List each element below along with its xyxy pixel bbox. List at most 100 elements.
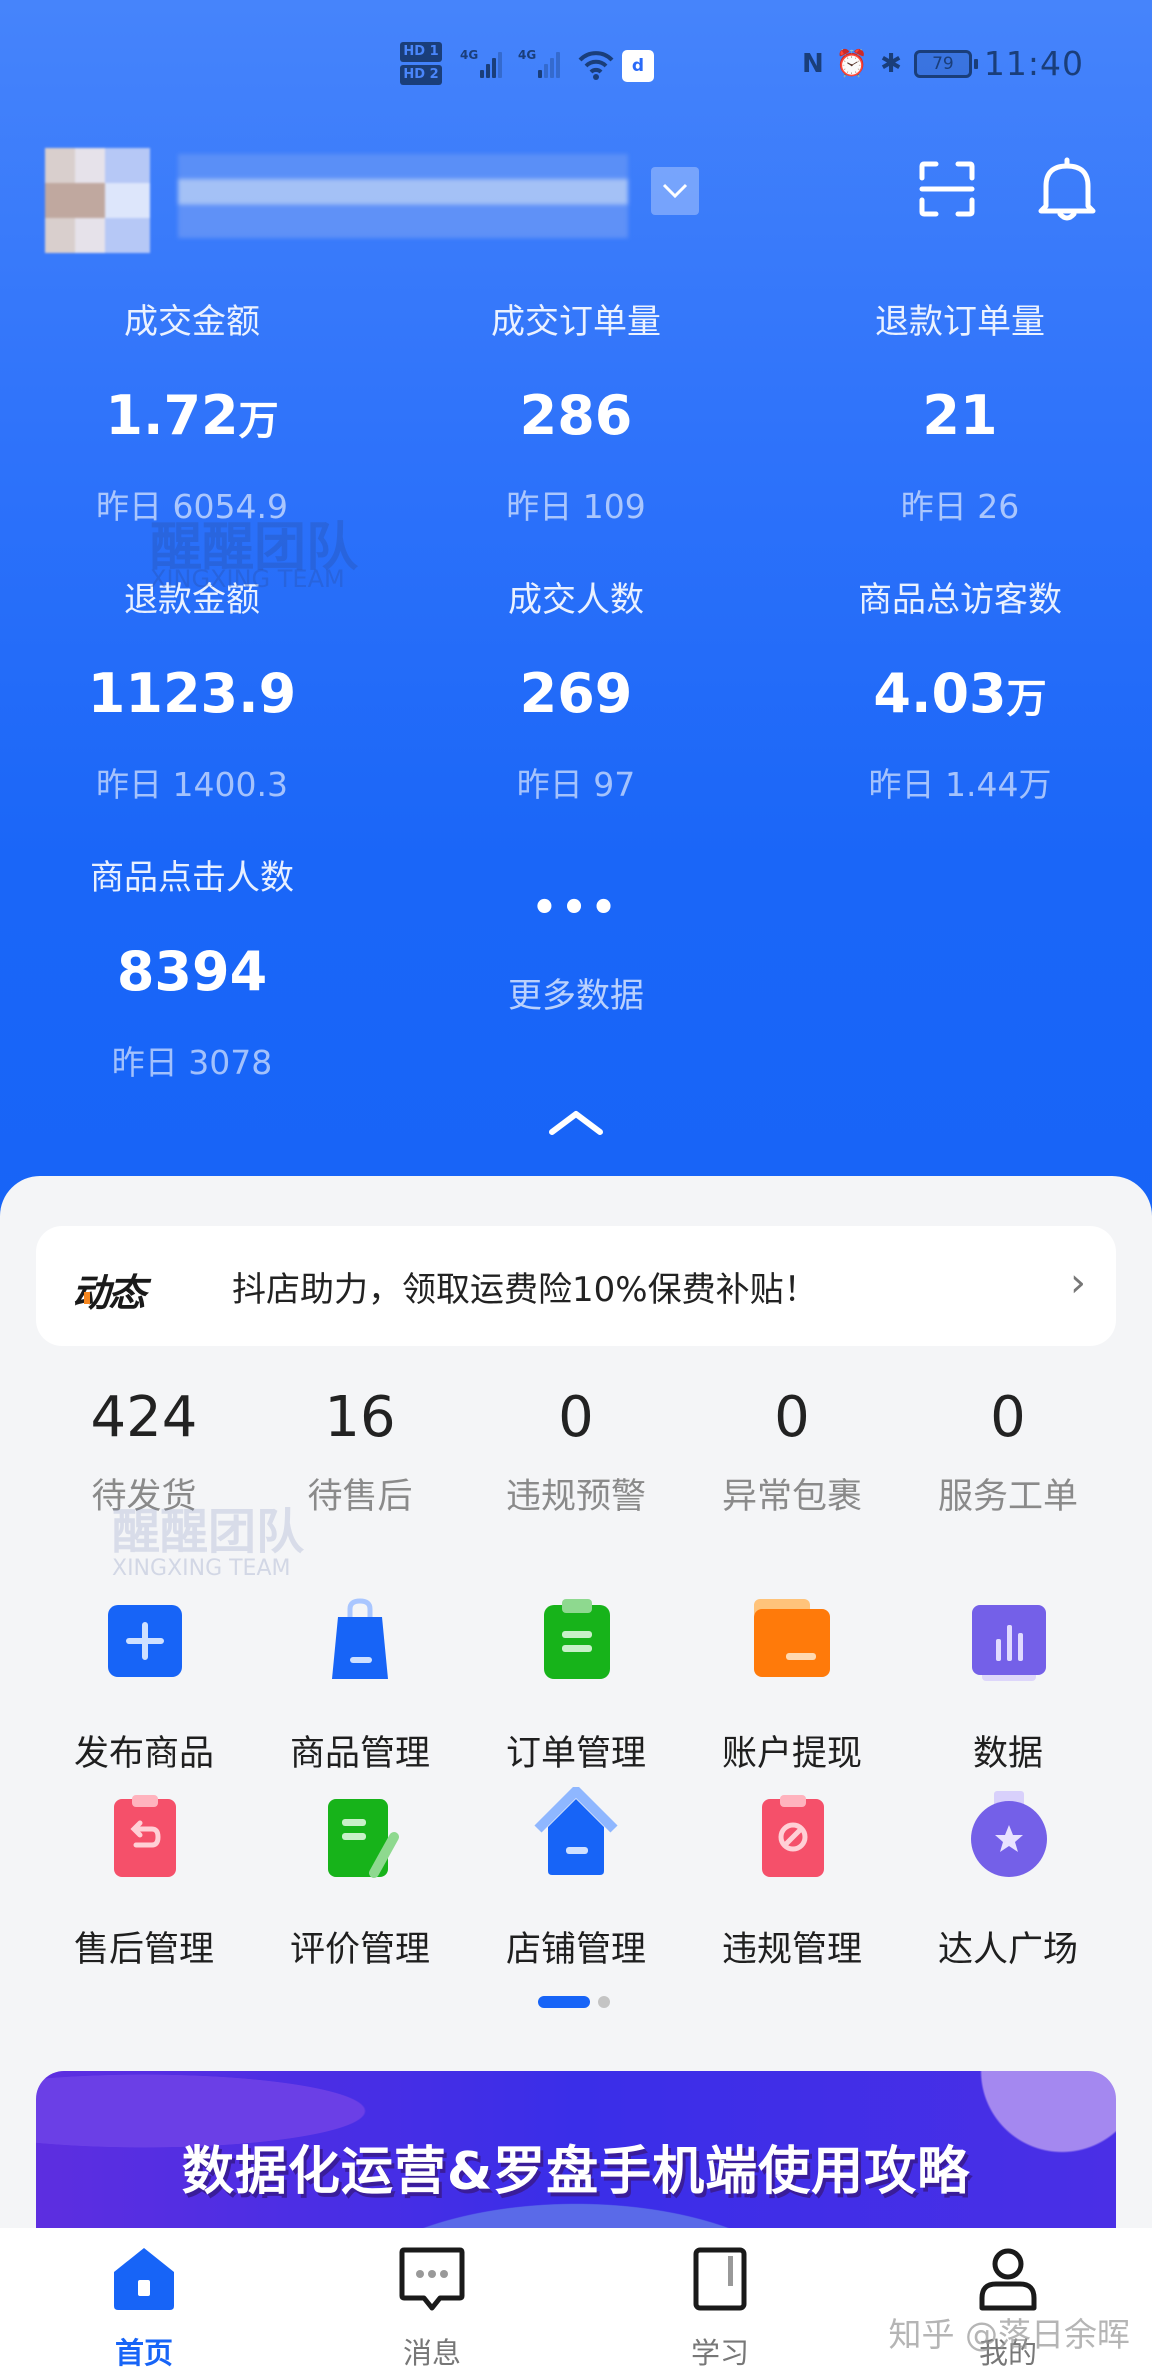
stat-label: 成交金额: [124, 302, 260, 342]
count-violation-warning[interactable]: 0 违规预警: [468, 1386, 684, 1519]
stat-gmv[interactable]: 成交金额 1.72万 昨日 6054.9: [0, 300, 384, 527]
profile-icon: [979, 2248, 1037, 2311]
stat-yesterday: 昨日 3078: [111, 1043, 273, 1082]
stat-value: 21: [922, 384, 998, 447]
hero-section: HD 1 HD 2 4G 4G d N ⏰ ✱ 79 11:40 成交金额 1.…: [0, 0, 1152, 1230]
main-panel: 动态 抖店助力，领取运费险10%保费补贴！ › 424 待发货 16 待售后 0…: [0, 1176, 1152, 2376]
collapse-chevron-up-icon[interactable]: [546, 1108, 606, 1138]
sim2-icon: HD 2: [400, 65, 442, 85]
pager-dot-active[interactable]: [538, 1996, 590, 2008]
tool-store-management[interactable]: 店铺管理: [468, 1786, 684, 1972]
status-bar: HD 1 HD 2 4G 4G d N ⏰ ✱ 79 11:40: [0, 36, 1152, 96]
signal-2-icon: 4G: [518, 48, 561, 78]
shopping-bag-icon: [332, 1598, 388, 1679]
stat-value: 1123.9: [87, 662, 297, 725]
stat-label: 成交订单量: [491, 302, 661, 342]
news-bar[interactable]: 动态 抖店助力，领取运费险10%保费补贴！ ›: [36, 1226, 1116, 1346]
count-pending-shipment[interactable]: 424 待发货: [36, 1386, 252, 1519]
clock: 11:40: [983, 44, 1084, 83]
stat-label: 退款订单量: [875, 302, 1045, 342]
zhihu-watermark: 知乎 @落日余晖: [888, 2315, 1131, 2354]
medal-icon: [971, 1791, 1047, 1877]
count-value: 0: [558, 1385, 594, 1450]
bar-chart-icon: [972, 1605, 1046, 1681]
todo-counts: 424 待发货 16 待售后 0 违规预警 0 异常包裹 0 服务工单: [0, 1386, 1152, 1526]
stat-refund-amount[interactable]: 退款金额 1123.9 昨日 1400.3: [0, 578, 384, 805]
stat-value: 269: [519, 662, 633, 725]
stat-label: 退款金额: [124, 580, 260, 620]
shop-switch-dropdown[interactable]: [651, 167, 699, 215]
tool-label: 商品管理: [289, 1734, 430, 1774]
network-type-label: 4G: [460, 48, 479, 62]
stat-label: 商品总访客数: [858, 580, 1062, 620]
shop-avatar[interactable]: [45, 148, 150, 253]
tool-label: 违规管理: [721, 1930, 862, 1970]
scan-icon[interactable]: [918, 160, 976, 218]
news-tag: 动态: [72, 1262, 146, 1317]
store-icon: [534, 1786, 618, 1875]
tool-order-management[interactable]: 订单管理: [468, 1591, 684, 1776]
tool-influencer-plaza[interactable]: 达人广场: [900, 1787, 1116, 1972]
tool-label: 售后管理: [73, 1930, 214, 1970]
clipboard-icon: [544, 1599, 610, 1679]
count-value: 424: [90, 1385, 198, 1450]
bottom-tab-bar: 首页 消息 学习 我的 知乎 @落日余晖: [0, 2228, 1152, 2376]
tool-data[interactable]: 数据: [900, 1591, 1116, 1776]
stat-refund-orders[interactable]: 退款订单量 21 昨日 26: [768, 300, 1152, 527]
tool-label: 店铺管理: [505, 1930, 646, 1970]
count-service-ticket[interactable]: 0 服务工单: [900, 1386, 1116, 1519]
stat-clicks[interactable]: 商品点击人数 8394 昨日 3078: [0, 856, 384, 1083]
app-notification-icon: d: [622, 50, 654, 82]
wifi-icon: [578, 51, 614, 80]
stat-label: 商品点击人数: [90, 858, 294, 898]
count-abnormal-package[interactable]: 0 异常包裹: [684, 1386, 900, 1519]
stat-visitors[interactable]: 商品总访客数 4.03万 昨日 1.44万: [768, 578, 1152, 805]
tool-withdraw[interactable]: 账户提现: [684, 1591, 900, 1776]
stat-yesterday: 昨日 1.44万: [868, 765, 1052, 804]
stat-value: 8394: [116, 940, 268, 1003]
bell-icon[interactable]: [1036, 156, 1098, 222]
nfc-icon: N: [801, 48, 824, 79]
more-data-button[interactable]: ••• 更多数据: [384, 888, 768, 1017]
tool-violation-management[interactable]: 违规管理: [684, 1787, 900, 1972]
count-label: 异常包裹: [721, 1477, 862, 1517]
tool-label: 账户提现: [721, 1734, 862, 1774]
count-value: 0: [774, 1385, 810, 1450]
return-icon: [114, 1795, 176, 1877]
tab-learn[interactable]: 学习: [620, 2246, 820, 2372]
battery-icon: 79: [913, 49, 978, 78]
chevron-right-icon: ›: [1070, 1260, 1086, 1306]
stat-value: 286: [519, 384, 633, 447]
stat-value: 1.72万: [105, 384, 279, 447]
tool-review-management[interactable]: 评价管理: [252, 1787, 468, 1972]
stat-yesterday: 昨日 1400.3: [96, 765, 288, 804]
tool-label: 达人广场: [937, 1930, 1078, 1970]
tools-pager: [538, 1996, 610, 2008]
status-right: N ⏰ ✱ 79 11:40: [802, 44, 1084, 83]
plus-icon: [108, 1605, 182, 1677]
signal-1-icon: 4G: [460, 48, 503, 78]
stat-value: 4.03万: [873, 662, 1047, 725]
stat-order-count[interactable]: 成交订单量 286 昨日 109: [384, 300, 768, 527]
sim-indicators: HD 1 HD 2: [400, 42, 442, 88]
tab-home[interactable]: 首页: [44, 2246, 244, 2372]
shop-name-blurred[interactable]: [178, 154, 628, 238]
network-type-label: 4G: [518, 48, 537, 62]
shop-header: [0, 148, 1152, 253]
tool-aftersale-management[interactable]: 售后管理: [36, 1787, 252, 1972]
prohibited-icon: [762, 1795, 824, 1877]
watermark-team-en: XINGXING TEAM: [112, 1556, 291, 1581]
tab-messages[interactable]: 消息: [332, 2246, 532, 2372]
wallet-icon: [754, 1599, 830, 1677]
stat-buyers[interactable]: 成交人数 269 昨日 97: [384, 578, 768, 805]
tool-publish-product[interactable]: 发布商品: [36, 1591, 252, 1776]
count-pending-aftersale[interactable]: 16 待售后: [252, 1386, 468, 1519]
stat-yesterday: 昨日 109: [506, 487, 646, 526]
tool-product-management[interactable]: 商品管理: [252, 1591, 468, 1776]
book-icon: [693, 2247, 747, 2311]
stat-yesterday: 昨日 26: [900, 487, 1020, 526]
pager-dot[interactable]: [598, 1996, 610, 2008]
count-label: 待发货: [91, 1477, 197, 1517]
count-label: 服务工单: [937, 1477, 1078, 1517]
review-icon: [328, 1799, 399, 1878]
